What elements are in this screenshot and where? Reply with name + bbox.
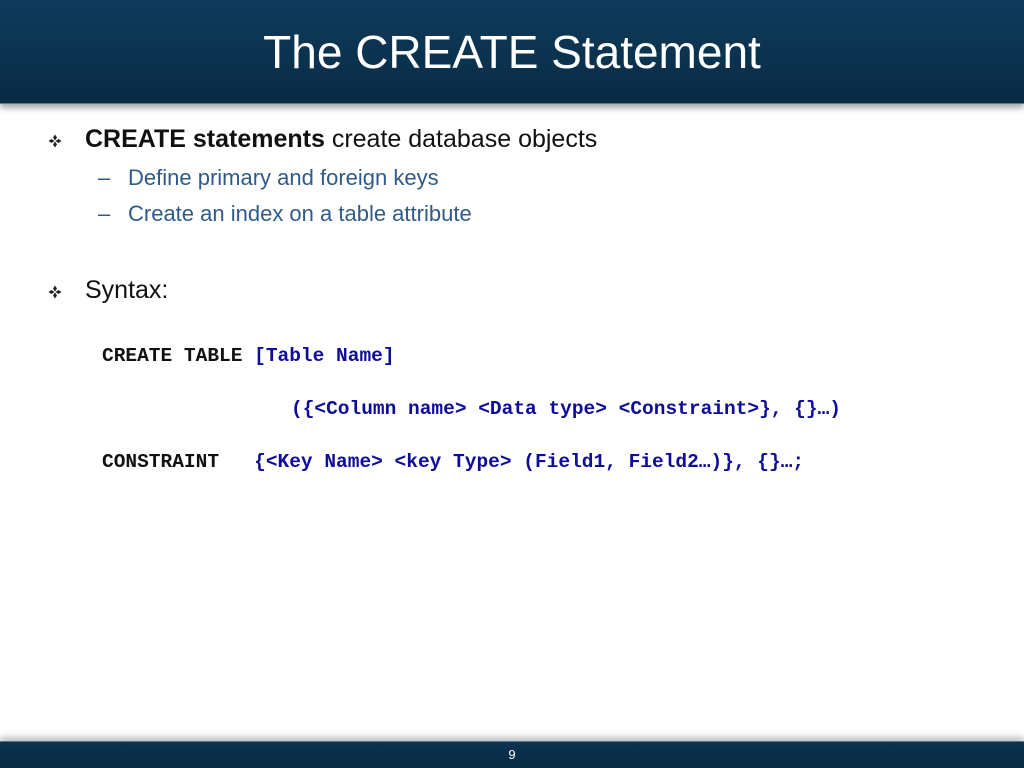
sub-bullet-text: Define primary and foreign keys	[128, 165, 439, 190]
code-value: ({<Column name> <Data type> <Constraint>…	[291, 398, 841, 420]
title-bar: The CREATE Statement	[0, 0, 1024, 104]
sub-bullet-item: – Define primary and foreign keys	[98, 165, 439, 191]
code-keyword: CONSTRAINT	[102, 451, 255, 473]
code-line: ({<Column name> <Data type> <Constraint>…	[291, 398, 841, 420]
slide: The CREATE Statement CREATE statements c…	[0, 0, 1024, 768]
code-line: CONSTRAINT {<Key Name> <key Type> (Field…	[102, 451, 804, 473]
diamond-bullet-icon	[48, 285, 62, 299]
bullet-bold-text: CREATE statements	[85, 125, 325, 153]
bullet-rest-text: create database objects	[324, 125, 598, 153]
page-number: 9	[508, 747, 516, 762]
dash-bullet-icon: –	[98, 165, 111, 190]
bullet-text: CREATE statements create database object…	[85, 125, 597, 154]
sub-bullet-text: Create an index on a table attribute	[128, 201, 472, 226]
bullet-item: CREATE statements create database object…	[48, 125, 597, 154]
dash-bullet-icon: –	[98, 201, 111, 226]
diamond-bullet-icon	[48, 134, 62, 148]
footer-bar: 9	[0, 741, 1024, 768]
slide-title: The CREATE Statement	[263, 26, 761, 78]
sub-bullet-item: – Create an index on a table attribute	[98, 201, 472, 227]
code-value: [Table Name]	[254, 345, 395, 367]
code-value: {<Key Name> <key Type> (Field1, Field2…)…	[254, 451, 805, 473]
bullet-text: Syntax:	[85, 276, 169, 304]
bullet-item: Syntax:	[48, 276, 168, 305]
code-line: CREATE TABLE [Table Name]	[102, 345, 395, 367]
code-keyword: CREATE TABLE	[102, 345, 255, 367]
